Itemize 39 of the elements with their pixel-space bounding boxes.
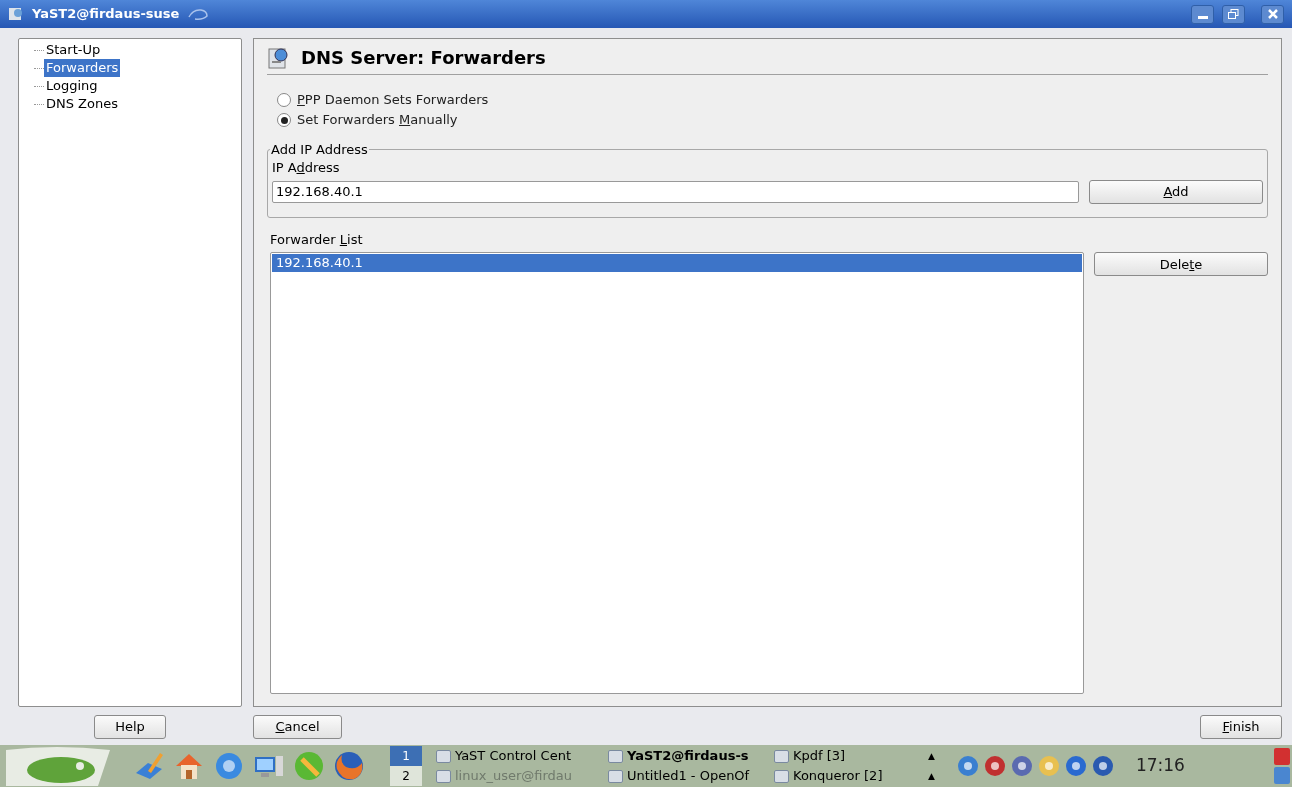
ip-address-field[interactable]: 192.168.40.1 bbox=[272, 180, 1079, 203]
window-app-icon bbox=[8, 6, 24, 22]
taskbar-task[interactable]: Konqueror [2] bbox=[774, 766, 924, 786]
taskbar-task[interactable]: YaST Control Cent bbox=[436, 746, 608, 766]
minimize-button[interactable] bbox=[1191, 4, 1214, 24]
desktop-pager-button[interactable]: 2 bbox=[390, 766, 422, 786]
radio-label: PPP Daemon Sets Forwarders bbox=[297, 91, 489, 110]
tree-item[interactable]: DNS Zones bbox=[44, 95, 120, 113]
list-label: Forwarder List bbox=[269, 231, 364, 248]
radio-button[interactable] bbox=[277, 113, 291, 127]
server-icon bbox=[267, 45, 291, 70]
close-button[interactable] bbox=[1261, 4, 1284, 24]
restore-icon bbox=[1228, 9, 1239, 19]
tree-item[interactable]: Start-Up bbox=[44, 41, 103, 59]
expand-arrow[interactable]: ▲ bbox=[928, 766, 935, 786]
close-icon bbox=[1267, 9, 1278, 19]
list-row[interactable]: 192.168.40.1 bbox=[272, 253, 1082, 272]
radio-label: Set Forwarders Manually bbox=[297, 111, 458, 130]
taskbar-task[interactable]: YaST2@firdaus-s bbox=[608, 746, 774, 766]
tree-item[interactable]: Logging bbox=[44, 77, 100, 95]
help-button[interactable]: Help bbox=[94, 715, 166, 739]
tree-item[interactable]: Forwarders bbox=[44, 59, 121, 77]
desktop-pager-button[interactable]: 1 bbox=[390, 746, 422, 766]
field-label: IP Address bbox=[272, 159, 341, 176]
clock: 17:16 bbox=[1135, 754, 1185, 778]
page-title: DNS Server: Forwarders bbox=[301, 46, 546, 70]
delete-button[interactable]: Delete bbox=[1094, 252, 1268, 277]
start-menu-button[interactable] bbox=[6, 746, 112, 786]
add-button[interactable]: Add bbox=[1089, 179, 1263, 204]
cancel-button[interactable]: Cancel bbox=[253, 715, 342, 739]
window-title: YaST2@firdaus-suse bbox=[32, 5, 180, 24]
minimize-icon bbox=[1197, 15, 1208, 19]
taskbar-task[interactable]: Untitled1 - OpenOf bbox=[608, 766, 774, 786]
group-legend: Add IP Address bbox=[270, 140, 369, 160]
expand-arrow[interactable]: ▲ bbox=[928, 746, 935, 766]
radio-button[interactable] bbox=[277, 93, 291, 107]
taskbar-task[interactable]: Kpdf [3] bbox=[774, 746, 924, 766]
finish-button[interactable]: Finish bbox=[1200, 715, 1282, 739]
restore-button[interactable] bbox=[1222, 4, 1245, 24]
